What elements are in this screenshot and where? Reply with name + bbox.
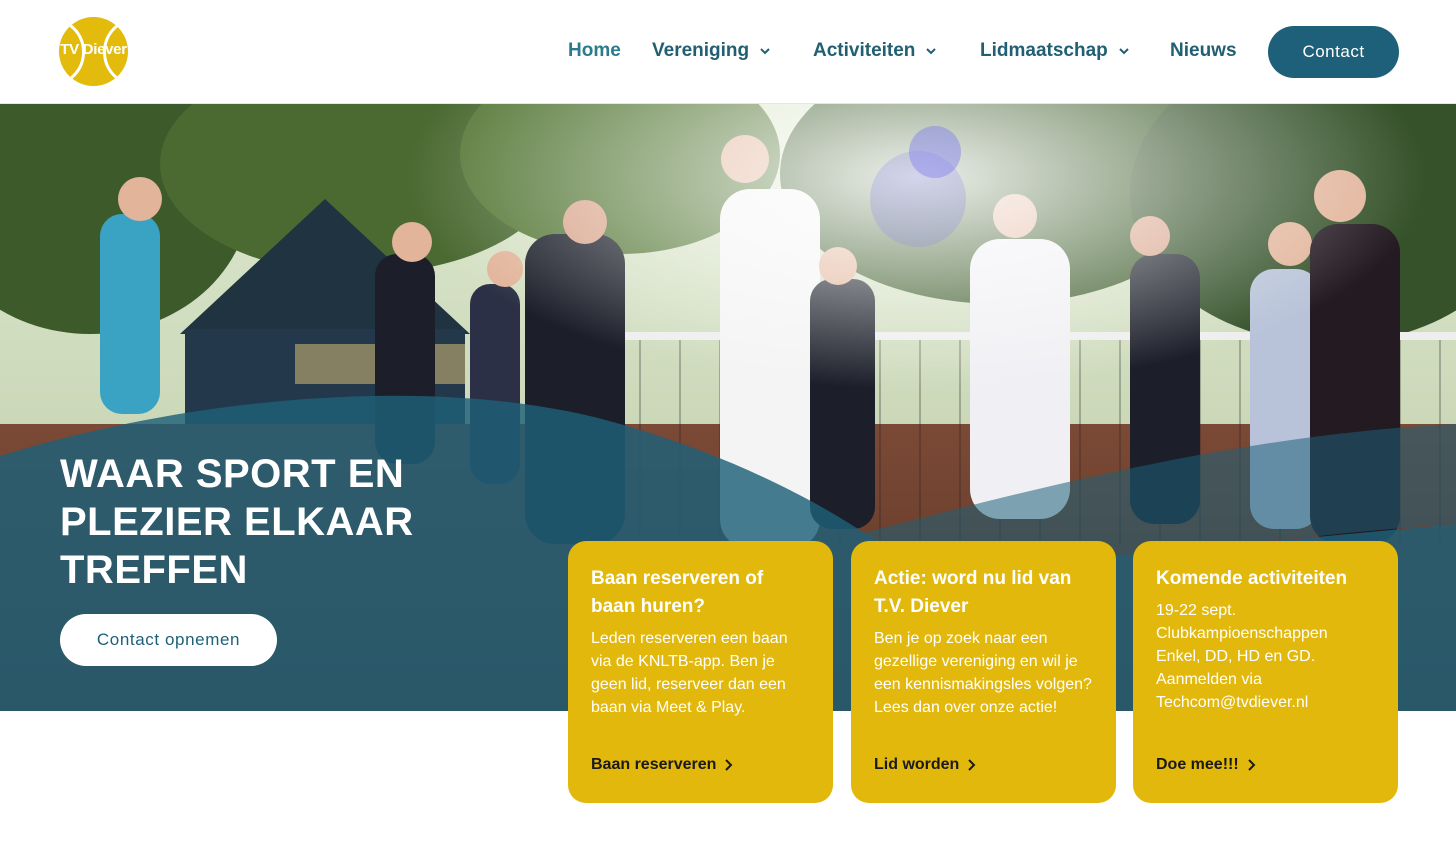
nav-item-label: Lidmaatschap	[980, 40, 1108, 61]
baan-reserveren-link[interactable]: Baan reserveren	[591, 756, 734, 774]
card-word-lid: Actie: word nu lid van T.V. Diever Ben j…	[851, 541, 1116, 803]
nav-item-lidmaatschap[interactable]: Lidmaatschap	[980, 36, 1130, 66]
nav-item-label: Home	[568, 40, 621, 61]
site-header: TV Diever Home Vereniging Activiteiten L…	[0, 0, 1456, 104]
card-link-label: Baan reserveren	[591, 756, 717, 773]
nav-item-label: Nieuws	[1170, 40, 1237, 61]
card-link-label: Lid worden	[874, 756, 960, 773]
contact-button[interactable]: Contact	[1268, 26, 1399, 78]
chevron-down-icon	[926, 48, 937, 55]
card-body: Ben je op zoek naar een gezellige vereni…	[874, 630, 1092, 716]
card-body: 19-22 sept. Clubkampioenschappen Enkel, …	[1156, 602, 1328, 711]
card-title: Actie: word nu lid van T.V. Diever	[874, 568, 1072, 617]
nav-item-home[interactable]: Home	[568, 36, 621, 66]
logo-text: TV Diever	[60, 41, 127, 58]
chevron-down-icon	[760, 48, 770, 55]
chevron-right-icon	[725, 759, 733, 771]
nav-item-activiteiten[interactable]: Activiteiten	[813, 36, 937, 66]
logo[interactable]: TV Diever	[59, 17, 128, 86]
chevron-down-icon	[1119, 48, 1129, 55]
nav-item-nieuws[interactable]: Nieuws	[1170, 36, 1237, 66]
chevron-right-icon	[1247, 759, 1256, 771]
nav-item-label: Activiteiten	[813, 40, 916, 61]
lid-worden-link[interactable]: Lid worden	[874, 756, 977, 774]
card-komende-activiteiten: Komende activiteiten 19-22 sept. Clubkam…	[1133, 541, 1398, 803]
card-link-label: Doe mee!!!	[1156, 756, 1239, 773]
card-title: Baan reserveren of baan huren?	[591, 568, 764, 617]
contact-opnemen-button[interactable]: Contact opnemen	[60, 614, 277, 666]
card-baan-reserveren: Baan reserveren of baan huren? Leden res…	[568, 541, 833, 803]
hero-title: WAAR SPORT EN PLEZIER ELKAAR TREFFEN	[60, 452, 414, 592]
card-body: Leden reserveren een baan via de KNLTB-a…	[591, 630, 788, 716]
nav-item-label: Vereniging	[652, 40, 750, 61]
nav-item-vereniging[interactable]: Vereniging	[652, 36, 771, 66]
doe-mee-link[interactable]: Doe mee!!!	[1156, 756, 1257, 774]
card-title: Komende activiteiten	[1156, 568, 1348, 589]
chevron-right-icon	[968, 759, 976, 771]
